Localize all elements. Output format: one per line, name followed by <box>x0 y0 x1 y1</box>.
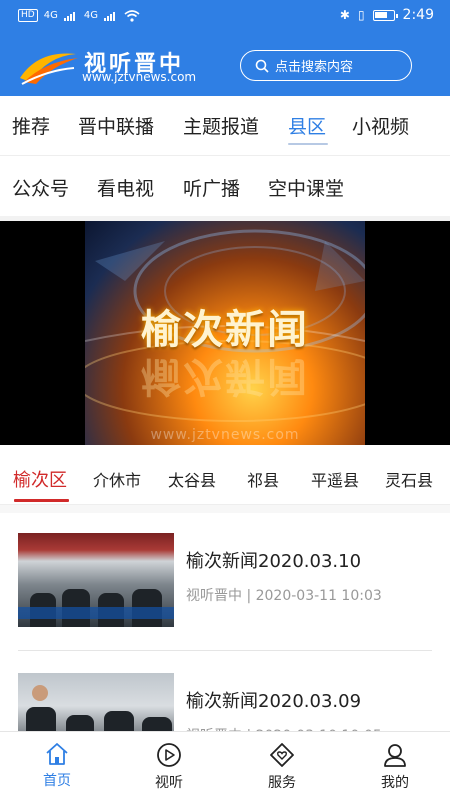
signal-icon <box>63 12 75 21</box>
region-tabs: 榆次区 介休市 太谷县 祁县 平遥县 灵石县 <box>0 445 450 505</box>
header: HD 4G 4G ✱ ▯ 2:49 视听晋中 www.jztvnews.com <box>0 0 450 96</box>
search-icon <box>255 59 269 73</box>
tab-jinzhong-broadcast[interactable]: 晋中联播 <box>78 112 154 139</box>
tab-official-accounts[interactable]: 公众号 <box>12 174 69 201</box>
search-box[interactable]: 点击搜索内容 <box>240 50 412 81</box>
region-tab-yuci[interactable]: 榆次区 <box>13 466 67 492</box>
hd-indicator: HD <box>18 9 38 22</box>
region-tab-taigu[interactable]: 太谷县 <box>168 467 216 491</box>
status-left: HD 4G 4G <box>18 9 140 22</box>
logo-swoosh-icon <box>20 53 78 85</box>
tab-air-classroom[interactable]: 空中课堂 <box>268 174 344 201</box>
clock: 2:49 <box>402 7 434 23</box>
status-right: ✱ ▯ 2:49 <box>340 7 434 23</box>
video-title: 榆次新闻 <box>141 306 309 353</box>
tab-topic-reports[interactable]: 主题报道 <box>183 112 259 139</box>
active-tab-indicator <box>288 143 328 145</box>
vibrate-icon: ▯ <box>357 8 365 22</box>
news-divider <box>18 650 432 651</box>
region-tab-qixian[interactable]: 祁县 <box>247 467 279 491</box>
section-divider-2 <box>0 505 450 513</box>
heart-diamond-icon <box>270 743 294 767</box>
video-frame: 榆次新闻 榆次新闻 www.jztvnews.com <box>85 221 365 445</box>
logo-url: www.jztvnews.com <box>82 70 197 84</box>
news-title: 榆次新闻2020.03.10 <box>186 551 362 572</box>
tab-counties[interactable]: 县区 <box>288 112 326 139</box>
category-tabs-row-2: 公众号 看电视 听广播 空中课堂 <box>0 158 450 216</box>
app-logo[interactable]: 视听晋中 www.jztvnews.com <box>18 44 218 88</box>
home-icon <box>46 743 68 765</box>
nav-audio-video[interactable]: 视听 <box>129 742 209 792</box>
nav-mine[interactable]: 我的 <box>355 742 435 792</box>
nav-home[interactable]: 首页 <box>17 742 97 790</box>
status-bar: HD 4G 4G ✱ ▯ 2:49 <box>0 0 450 32</box>
news-item[interactable]: 榆次新闻2020.03.10 视听晋中 | 2020-03-11 10:03 <box>0 513 450 653</box>
user-icon <box>384 744 406 767</box>
wifi-icon <box>124 9 140 22</box>
nav-home-label: 首页 <box>43 773 71 789</box>
region-tab-jiexiu[interactable]: 介休市 <box>93 467 141 491</box>
search-placeholder: 点击搜索内容 <box>275 60 354 75</box>
thumb-caption-bar <box>18 607 174 619</box>
region-tab-lingshi[interactable]: 灵石县 <box>385 467 433 491</box>
news-meta: 视听晋中 | 2020-03-11 10:03 <box>186 588 382 604</box>
nav-services[interactable]: 服务 <box>242 742 322 792</box>
signal-label-2: 4G <box>83 10 98 21</box>
video-title-reflection: 榆次新闻 <box>141 353 309 400</box>
nav-services-label: 服务 <box>268 775 296 791</box>
tab-listen-radio[interactable]: 听广播 <box>183 174 240 201</box>
app-root: HD 4G 4G ✱ ▯ 2:49 视听晋中 www.jztvnews.com <box>0 0 450 800</box>
tab-recommend[interactable]: 推荐 <box>12 112 50 139</box>
nav-audio-video-label: 视听 <box>155 775 183 791</box>
thumb-face <box>32 685 48 701</box>
nav-mine-label: 我的 <box>381 775 409 791</box>
region-tab-pingyao[interactable]: 平遥县 <box>311 467 359 491</box>
bluetooth-icon: ✱ <box>339 8 350 22</box>
battery-icon <box>372 9 398 21</box>
tab-short-video[interactable]: 小视频 <box>352 112 409 139</box>
signal-icon-2 <box>103 12 115 21</box>
video-player[interactable]: 榆次新闻 榆次新闻 www.jztvnews.com <box>0 221 450 445</box>
news-thumbnail <box>18 533 174 627</box>
signal-label: 4G <box>43 10 58 21</box>
video-watermark: www.jztvnews.com <box>150 427 300 443</box>
category-tabs-row-1: 推荐 晋中联播 主题报道 县区 小视频 <box>0 96 450 156</box>
play-circle-icon <box>157 743 181 767</box>
tab-watch-tv[interactable]: 看电视 <box>97 174 154 201</box>
region-active-indicator <box>14 499 69 502</box>
bottom-nav: 首页 视听 服务 我的 <box>0 731 450 800</box>
news-title: 榆次新闻2020.03.09 <box>186 691 362 712</box>
battery-level <box>374 11 387 18</box>
